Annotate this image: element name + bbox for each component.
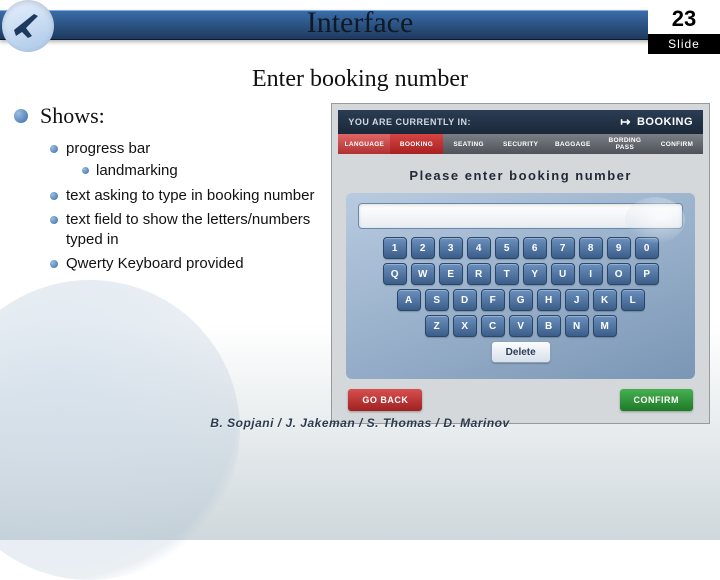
keyboard-panel: 1234567890 QWERTYUIOP ASDFGHJKL ZXCVBNM Dele…	[346, 193, 695, 379]
page-number: 23	[648, 0, 720, 34]
key-g[interactable]: G	[509, 289, 533, 311]
list-item-text: progress bar	[66, 140, 150, 157]
subtitle: Enter booking number	[0, 66, 720, 93]
key-d[interactable]: D	[453, 289, 477, 311]
key-o[interactable]: O	[607, 263, 631, 285]
key-m[interactable]: M	[593, 315, 617, 337]
key-a[interactable]: A	[397, 289, 421, 311]
slide-label: Slide	[648, 34, 720, 54]
key-2[interactable]: 2	[411, 237, 435, 259]
tab-booking[interactable]: BOOKING	[390, 134, 442, 154]
page-title: Interface	[0, 6, 720, 40]
key-5[interactable]: 5	[495, 237, 519, 259]
key-t[interactable]: T	[495, 263, 519, 285]
progress-tabs: LANGUAGE BOOKING SEATING SECURITY BAGGAG…	[338, 134, 703, 154]
key-x[interactable]: X	[453, 315, 477, 337]
key-u[interactable]: U	[551, 263, 575, 285]
key-8[interactable]: 8	[579, 237, 603, 259]
go-back-button[interactable]: GO BACK	[348, 389, 422, 411]
key-7[interactable]: 7	[551, 237, 575, 259]
tab-boarding-pass[interactable]: BORDING PASS	[599, 134, 651, 154]
list-item: Qwerty Keyboard provided	[50, 254, 321, 274]
list-item: text field to show the letters/numbers t…	[50, 210, 321, 251]
key-9[interactable]: 9	[607, 237, 631, 259]
footer-authors: B. Sopjani / J. Jakeman / S. Thomas / D.…	[0, 416, 720, 430]
list-item: text asking to type in booking number	[50, 186, 321, 206]
qwerty-keyboard: 1234567890 QWERTYUIOP ASDFGHJKL ZXCVBNM Dele…	[358, 237, 683, 363]
topbar-left-text: YOU ARE CURRENTLY IN:	[348, 117, 471, 127]
page-number-column: 23 Slide	[648, 0, 720, 54]
key-1[interactable]: 1	[383, 237, 407, 259]
topbar-right-text: BOOKING	[637, 116, 693, 128]
kiosk-screenshot: YOU ARE CURRENTLY IN: ↦ BOOKING LANGUAGE…	[331, 103, 710, 424]
key-i[interactable]: I	[579, 263, 603, 285]
key-l[interactable]: L	[621, 289, 645, 311]
bullet-list-column: Shows: progress bar landmarking text ask…	[16, 103, 321, 424]
key-e[interactable]: E	[439, 263, 463, 285]
header: Interface 23 Slide	[0, 0, 720, 52]
key-b[interactable]: B	[537, 315, 561, 337]
key-s[interactable]: S	[425, 289, 449, 311]
shows-heading: Shows:	[40, 103, 321, 129]
key-c[interactable]: C	[481, 315, 505, 337]
key-3[interactable]: 3	[439, 237, 463, 259]
bullet-icon	[14, 109, 28, 123]
tab-language[interactable]: LANGUAGE	[338, 134, 390, 154]
tab-security[interactable]: SECURITY	[495, 134, 547, 154]
list-item: progress bar landmarking	[50, 139, 321, 182]
key-f[interactable]: F	[481, 289, 505, 311]
key-j[interactable]: J	[565, 289, 589, 311]
key-y[interactable]: Y	[523, 263, 547, 285]
key-6[interactable]: 6	[523, 237, 547, 259]
key-n[interactable]: N	[565, 315, 589, 337]
key-0[interactable]: 0	[635, 237, 659, 259]
list-subitem: landmarking	[82, 161, 321, 181]
key-w[interactable]: W	[411, 263, 435, 285]
key-h[interactable]: H	[537, 289, 561, 311]
key-v[interactable]: V	[509, 315, 533, 337]
key-p[interactable]: P	[635, 263, 659, 285]
key-r[interactable]: R	[467, 263, 491, 285]
kiosk-topbar: YOU ARE CURRENTLY IN: ↦ BOOKING	[338, 110, 703, 134]
key-q[interactable]: Q	[383, 263, 407, 285]
key-delete[interactable]: Delete	[491, 341, 551, 363]
tab-confirm[interactable]: CONFIRM	[651, 134, 703, 154]
prompt-text: Please enter booking number	[338, 168, 703, 183]
tab-baggage[interactable]: BAGGAGE	[547, 134, 599, 154]
confirm-button[interactable]: CONFIRM	[620, 389, 694, 411]
tab-seating[interactable]: SEATING	[443, 134, 495, 154]
booking-input[interactable]	[358, 203, 683, 229]
key-k[interactable]: K	[593, 289, 617, 311]
arrow-right-icon: ↦	[620, 115, 631, 129]
key-4[interactable]: 4	[467, 237, 491, 259]
shows-list: progress bar landmarking text asking to …	[50, 139, 321, 275]
key-z[interactable]: Z	[425, 315, 449, 337]
topbar-right-group: ↦ BOOKING	[620, 115, 693, 129]
